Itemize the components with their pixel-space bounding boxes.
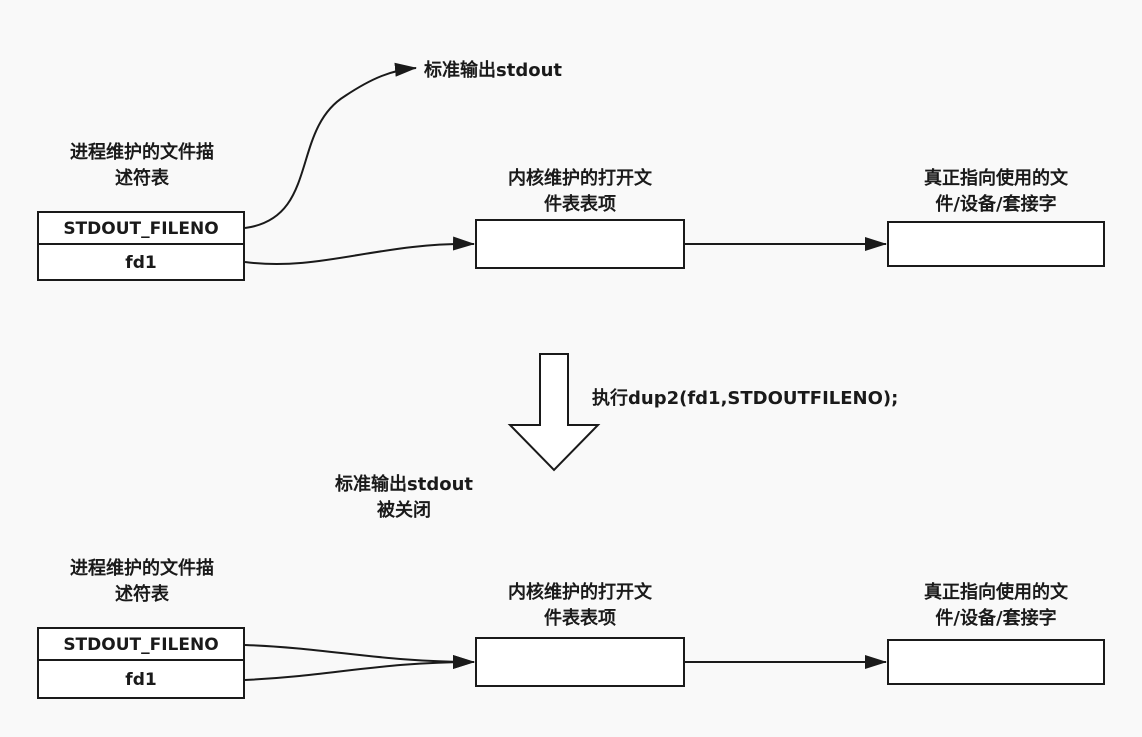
top-fd-row-stdout-label: STDOUT_FILENO — [63, 219, 218, 239]
top-process-table-title-line2: 述符表 — [115, 167, 170, 189]
bottom-fd-row-fd1-label: fd1 — [125, 670, 156, 690]
top-process-table-title-line1: 进程维护的文件描 — [70, 141, 214, 163]
bottom-process-table-title-line2: 述符表 — [115, 583, 170, 605]
bottom-kernel-table-title-line1: 内核维护的打开文 — [508, 581, 653, 603]
stdout-closed-note-line2: 被关闭 — [377, 499, 431, 521]
transition: 执行dup2(fd1,STDOUTFILENO); 标准输出stdout 被关闭 — [334, 353, 898, 521]
bottom-target-title-line1: 真正指向使用的文 — [924, 581, 1069, 603]
bottom-section: 进程维护的文件描 述符表 STDOUT_FILENO fd1 内核维护的打开文 … — [37, 557, 1105, 699]
dup2-diagram: 标准输出stdout 进程维护的文件描 述符表 STDOUT_FILENO fd… — [37, 59, 1105, 699]
top-kernel-file-entry-box — [475, 219, 685, 269]
stdout-closed-note-line1: 标准输出stdout — [334, 473, 473, 495]
bottom-arrow-stdout-to-kernel — [244, 644, 475, 669]
top-stdout-label: 标准输出stdout — [423, 59, 562, 81]
top-fd-row-fd1-label: fd1 — [125, 253, 156, 273]
bottom-target-device-box — [887, 639, 1105, 685]
down-arrow-icon — [507, 353, 601, 472]
top-kernel-table-title-line2: 件表表项 — [544, 193, 616, 215]
bottom-fd-table: STDOUT_FILENO fd1 — [37, 627, 245, 699]
top-kernel-table-title-line1: 内核维护的打开文 — [508, 167, 653, 189]
top-target-title-line2: 件/设备/套接字 — [935, 193, 1056, 215]
top-fd-table: STDOUT_FILENO fd1 — [37, 211, 245, 281]
top-target-title-line1: 真正指向使用的文 — [924, 167, 1069, 189]
bottom-target-title-line2: 件/设备/套接字 — [935, 607, 1056, 629]
dup2-operation-label: 执行dup2(fd1,STDOUTFILENO); — [592, 387, 898, 409]
top-arrow-stdout-to-stdout-label — [244, 62, 417, 229]
top-target-device-box — [887, 221, 1105, 267]
bottom-kernel-table-title-line2: 件表表项 — [544, 607, 616, 629]
bottom-fd-row-stdout-label: STDOUT_FILENO — [63, 635, 218, 655]
bottom-process-table-title-line1: 进程维护的文件描 — [70, 557, 214, 579]
top-section: 标准输出stdout 进程维护的文件描 述符表 STDOUT_FILENO fd… — [37, 59, 1105, 281]
bottom-arrow-fd1-to-kernel — [244, 655, 475, 681]
top-arrow-fd1-to-kernel — [244, 236, 475, 266]
bottom-kernel-file-entry-box — [475, 637, 685, 687]
